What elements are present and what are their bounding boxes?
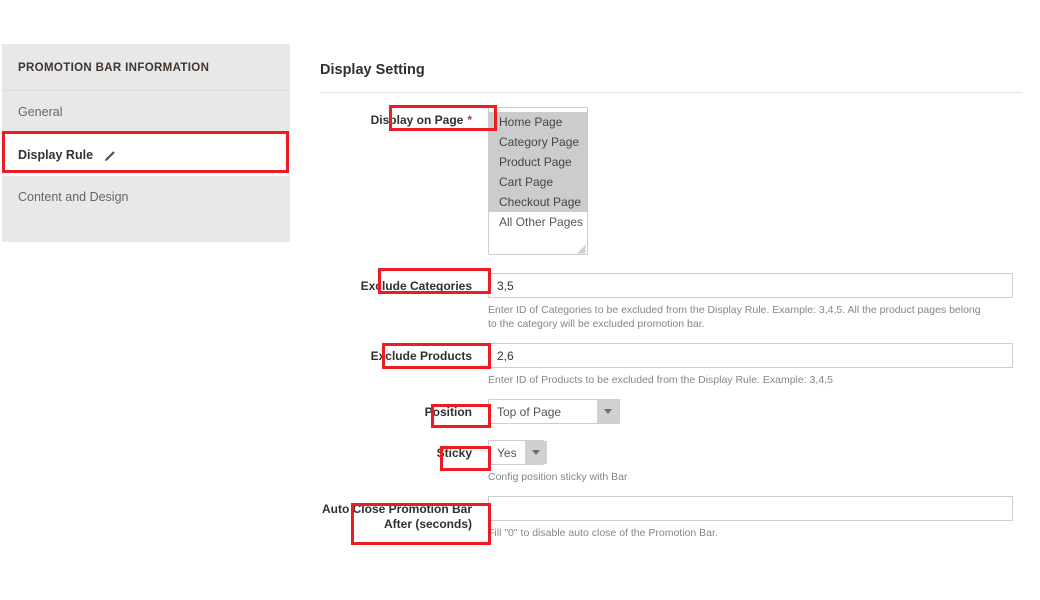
- sidebar-item-content-and-design[interactable]: Content and Design: [2, 176, 290, 218]
- required-marker: *: [467, 113, 472, 127]
- exclude-products-input[interactable]: [488, 343, 1013, 368]
- sticky-select[interactable]: Yes: [488, 440, 547, 465]
- multiselect-option[interactable]: Home Page: [489, 112, 587, 132]
- label-exclude-categories: Exclude Categories: [360, 279, 472, 293]
- display-on-page-multiselect[interactable]: Home Page Category Page Product Page Car…: [488, 107, 588, 255]
- note-auto-close: Fill "0" to disable auto close of the Pr…: [488, 527, 718, 539]
- control-position: Top of Page: [488, 399, 1022, 424]
- label-text-line1: Auto Close Promotion Bar: [321, 502, 472, 516]
- field-row-display-on-page: Display on Page * Home Page Category Page…: [320, 107, 1022, 255]
- multiselect-option[interactable]: Checkout Page: [489, 192, 587, 212]
- field-row-exclude-categories: Exclude Categories Enter ID of Categorie…: [320, 273, 1022, 331]
- label-display-on-page: Display on Page *: [320, 107, 488, 128]
- note-exclude-categories: Enter ID of Categories to be excluded fr…: [488, 304, 981, 330]
- sidebar-item-label: Content and Design: [18, 190, 129, 204]
- multiselect-option[interactable]: Product Page: [489, 152, 587, 172]
- multiselect-option[interactable]: Cart Page: [489, 172, 587, 192]
- label-auto-close: Auto Close Promotion Bar After (seconds): [320, 496, 488, 532]
- display-setting-panel: Display Setting Display on Page * Home Pa…: [320, 62, 1022, 540]
- sidebar-item-display-rule[interactable]: Display Rule: [2, 134, 290, 176]
- multiselect-option[interactable]: Category Page: [489, 132, 587, 152]
- field-row-position: Position Top of Page: [320, 399, 1022, 424]
- sidebar-item-label: General: [18, 105, 63, 119]
- pencil-icon: [103, 150, 116, 163]
- field-row-exclude-products: Exclude Products Enter ID of Products to…: [320, 343, 1022, 387]
- sidebar-item-label: Display Rule: [18, 148, 94, 162]
- sidebar-item-general[interactable]: General: [2, 91, 290, 134]
- field-row-sticky: Sticky Yes Config position sticky with B…: [320, 440, 1022, 484]
- label-sticky: Sticky: [436, 446, 472, 460]
- page-title: Display Setting: [320, 62, 425, 78]
- field-row-auto-close: Auto Close Promotion Bar After (seconds)…: [320, 496, 1022, 540]
- control-display-on-page: Home Page Category Page Product Page Car…: [488, 107, 1022, 255]
- label-exclude-products: Exclude Products: [370, 349, 472, 363]
- sidebar-header: PROMOTION BAR INFORMATION: [2, 44, 290, 91]
- chevron-down-icon[interactable]: [597, 400, 619, 423]
- control-sticky: Yes Config position sticky with Bar: [488, 440, 1022, 484]
- control-exclude-products: Enter ID of Products to be excluded from…: [488, 343, 1022, 387]
- position-select-value: Top of Page: [497, 404, 562, 419]
- control-auto-close: Fill "0" to disable auto close of the Pr…: [488, 496, 1022, 540]
- label-text: Display on Page: [370, 113, 464, 127]
- exclude-categories-input[interactable]: [488, 273, 1013, 298]
- promotion-bar-sidebar: PROMOTION BAR INFORMATION General Displa…: [2, 44, 290, 242]
- auto-close-input[interactable]: [488, 496, 1013, 521]
- position-select[interactable]: Top of Page: [488, 399, 620, 424]
- note-exclude-products: Enter ID of Products to be excluded from…: [488, 374, 833, 386]
- note-sticky: Config position sticky with Bar: [488, 471, 628, 483]
- resize-grip-icon[interactable]: [576, 243, 586, 254]
- label-text-line2: After (seconds): [383, 517, 472, 531]
- multiselect-option[interactable]: All Other Pages: [489, 212, 587, 232]
- chevron-down-icon[interactable]: [524, 441, 547, 464]
- section-divider: [320, 92, 1022, 93]
- control-exclude-categories: Enter ID of Categories to be excluded fr…: [488, 273, 1022, 331]
- sticky-select-value: Yes: [497, 445, 517, 460]
- label-position: Position: [424, 405, 472, 419]
